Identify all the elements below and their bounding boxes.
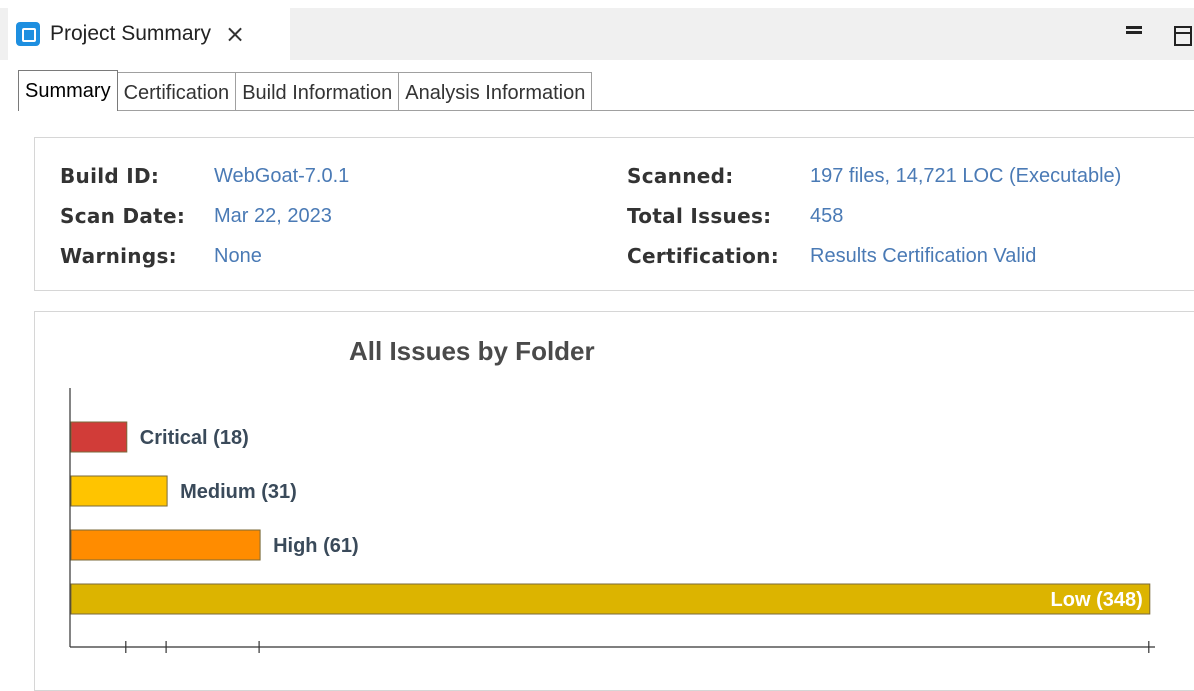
bar-label-high: High (61)	[273, 535, 359, 557]
bar-label-medium: Medium (31)	[180, 481, 297, 503]
tab-summary[interactable]: Summary	[18, 70, 118, 111]
bar-medium	[70, 475, 168, 507]
bar-label-low: Low (348)	[1051, 589, 1143, 611]
bar-high	[70, 529, 261, 561]
issues-by-folder-chart: Critical (18) Medium (31) High (61) Low (34…	[69, 388, 1155, 653]
bar-label-critical: Critical (18)	[140, 427, 249, 449]
bar-critical	[70, 421, 128, 453]
bar-low	[70, 583, 1151, 615]
